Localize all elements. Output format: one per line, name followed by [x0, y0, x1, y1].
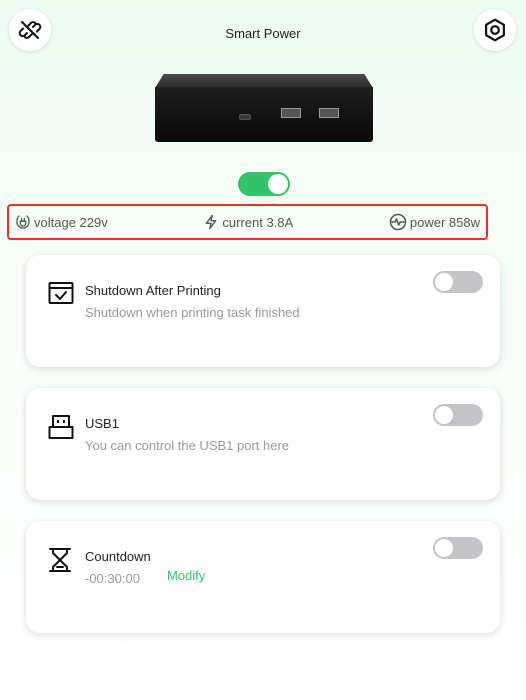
shutdown-after-printing-toggle[interactable]	[433, 271, 483, 293]
page-title: Smart Power	[225, 26, 301, 41]
toggle-knob	[268, 174, 288, 194]
power-pulse-icon	[389, 213, 407, 231]
card-title: Shutdown After Printing	[85, 283, 221, 298]
power-value: power 858w	[409, 214, 480, 230]
usb-c-port	[239, 114, 251, 120]
countdown-card: Countdown -00:30:00 Modify	[26, 521, 500, 633]
usb1-card: USB1 You can control the USB1 port here	[26, 388, 500, 500]
card-title: USB1	[85, 416, 119, 431]
printer-check-icon	[48, 281, 74, 310]
usb1-toggle[interactable]	[433, 404, 483, 426]
settings-gear-icon	[485, 18, 505, 42]
usb-port-1	[281, 108, 301, 118]
current-stat: current 3.8A	[203, 213, 293, 231]
modify-countdown-link[interactable]: Modify	[167, 568, 205, 583]
main-power-toggle[interactable]	[238, 172, 290, 196]
toggle-knob	[435, 539, 453, 557]
countdown-toggle[interactable]	[433, 537, 483, 559]
usb-port-icon	[48, 414, 74, 445]
lightning-icon	[206, 214, 217, 230]
voltage-value: voltage 229v	[34, 214, 108, 230]
hourglass-icon	[48, 547, 72, 578]
usb-port-2	[319, 108, 339, 118]
countdown-time: -00:30:00	[85, 571, 140, 586]
plug-icon	[16, 215, 30, 229]
voltage-stat: voltage 229v	[15, 214, 108, 230]
power-stats-bar: voltage 229v current 3.8A power 858w	[7, 204, 488, 240]
toggle-knob	[435, 273, 453, 291]
card-subtitle: You can control the USB1 port here	[85, 438, 290, 453]
settings-button[interactable]	[474, 9, 516, 51]
toggle-knob	[435, 406, 453, 424]
power-stat: power 858w	[389, 213, 480, 231]
card-title: Countdown	[85, 549, 151, 564]
shutdown-after-printing-card: Shutdown After Printing Shutdown when pr…	[26, 255, 500, 367]
card-subtitle: Shutdown when printing task finished	[85, 305, 300, 320]
current-value: current 3.8A	[222, 214, 294, 230]
smart-power-device-image	[155, 74, 373, 142]
